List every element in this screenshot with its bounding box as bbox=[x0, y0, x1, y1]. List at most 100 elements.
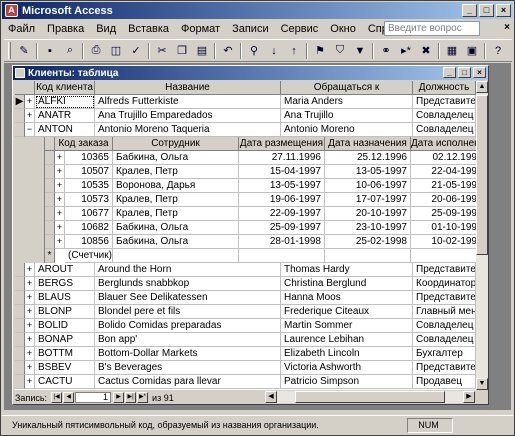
subdatasheet-cell-employee[interactable]: Воронова, Дарья bbox=[113, 179, 239, 193]
subdatasheet-cell-order[interactable]: 10682 bbox=[65, 221, 113, 235]
record-selector[interactable] bbox=[15, 263, 25, 277]
table-row[interactable]: − ANTON Antonio Moreno Taqueria Antonio Mor… bbox=[15, 123, 476, 137]
table-cell-title[interactable]: Главный менедже bbox=[413, 305, 476, 319]
subdatasheet-cell-shipped[interactable]: 10-02-199 bbox=[411, 235, 476, 249]
table-cell-contact[interactable]: Christina Berglund bbox=[281, 277, 413, 291]
expand-icon[interactable]: + bbox=[55, 193, 65, 207]
close-document-icon[interactable]: × bbox=[504, 22, 510, 33]
table-maximize-button[interactable]: □ bbox=[458, 67, 471, 78]
table-cell-contact[interactable]: Hanna Moos bbox=[281, 291, 413, 305]
menu-view[interactable]: Вид bbox=[90, 23, 122, 35]
toolbar-grip[interactable] bbox=[8, 42, 11, 59]
table-cell-name[interactable]: Cactus Comidas para llevar bbox=[95, 375, 281, 389]
last-record-icon[interactable]: ▶| bbox=[125, 392, 137, 403]
expand-icon[interactable]: + bbox=[55, 207, 65, 221]
subdatasheet-cell-placed[interactable]: 15-04-1997 bbox=[239, 165, 325, 179]
table-cell-id[interactable]: BONAP bbox=[35, 333, 95, 347]
record-selector[interactable] bbox=[45, 193, 55, 207]
expand-icon[interactable]: + bbox=[25, 333, 35, 347]
subdatasheet-row[interactable]: +10507 Кралев, Петр 15-04-1997 13-05-1997 22… bbox=[15, 165, 476, 179]
table-cell-name[interactable]: Blondel pere et fils bbox=[95, 305, 281, 319]
expand-icon[interactable]: + bbox=[25, 291, 35, 305]
record-selector[interactable] bbox=[15, 109, 25, 123]
subdatasheet-row[interactable]: +10682 Бабкина, Ольга 25-09-1997 23-10-1997… bbox=[15, 221, 476, 235]
subdatasheet-column-header[interactable]: Дата назначения bbox=[325, 137, 411, 151]
table-cell-id[interactable]: BLONP bbox=[35, 305, 95, 319]
table-row[interactable]: + BLONP Blondel pere et fils Frederique Cit… bbox=[15, 305, 476, 319]
table-cell-name[interactable]: Bon app' bbox=[95, 333, 281, 347]
expand-icon[interactable]: + bbox=[25, 361, 35, 375]
menu-records[interactable]: Записи bbox=[226, 23, 275, 35]
table-cell-id[interactable]: BLAUS bbox=[35, 291, 95, 305]
scroll-thumb[interactable] bbox=[476, 95, 488, 255]
copy-icon[interactable]: ❐ bbox=[174, 43, 190, 59]
print-icon[interactable]: ⎙ bbox=[88, 43, 104, 59]
record-selector[interactable] bbox=[45, 165, 55, 179]
table-cell-title[interactable]: Представитель bbox=[413, 95, 476, 109]
paste-icon[interactable]: ▤ bbox=[194, 43, 210, 59]
table-minimize-button[interactable]: _ bbox=[443, 67, 456, 78]
subdatasheet-cell-shipped[interactable]: 25-09-199 bbox=[411, 207, 476, 221]
subdatasheet-cell-placed[interactable]: 13-05-1997 bbox=[239, 179, 325, 193]
column-header[interactable]: Код клиента bbox=[35, 81, 95, 95]
scroll-left-icon[interactable]: ◀ bbox=[265, 391, 277, 403]
table-cell-contact[interactable]: Thomas Hardy bbox=[281, 263, 413, 277]
subdatasheet-new-row[interactable]: * (Счетчик) bbox=[15, 249, 476, 263]
menu-format[interactable]: Формат bbox=[175, 23, 226, 35]
menu-file[interactable]: Файл bbox=[2, 23, 41, 35]
select-all-corner[interactable] bbox=[15, 81, 35, 95]
table-row[interactable]: + CACTU Cactus Comidas para llevar Patricio… bbox=[15, 375, 476, 389]
new-record-nav-icon[interactable]: ▶* bbox=[137, 392, 149, 403]
subdatasheet-cell-employee[interactable]: Кралев, Петр bbox=[113, 207, 239, 221]
expand-icon[interactable]: + bbox=[25, 319, 35, 333]
help-question-input[interactable]: Введите вопрос bbox=[384, 21, 480, 36]
table-cell-title[interactable]: Совладелец bbox=[413, 333, 476, 347]
table-cell-name[interactable]: Antonio Moreno Taqueria bbox=[95, 123, 281, 137]
subdatasheet-cell-order[interactable]: 10507 bbox=[65, 165, 113, 179]
table-cell-name[interactable]: Blauer See Delikatessen bbox=[95, 291, 281, 305]
column-header[interactable]: Название bbox=[95, 81, 281, 95]
subdatasheet-empty-cell[interactable] bbox=[325, 249, 411, 263]
view-icon[interactable]: ✎ bbox=[16, 43, 32, 59]
expand-icon[interactable]: + bbox=[55, 179, 65, 193]
table-close-button[interactable]: × bbox=[473, 67, 486, 78]
subdatasheet-row[interactable]: +10573 Кралев, Петр 19-06-1997 17-07-1997 20… bbox=[15, 193, 476, 207]
subdatasheet-cell-placed[interactable]: 27.11.1996 bbox=[239, 151, 325, 165]
record-selector[interactable] bbox=[45, 151, 55, 165]
expand-icon[interactable]: + bbox=[55, 235, 65, 249]
expand-icon[interactable]: + bbox=[25, 109, 35, 123]
menu-edit[interactable]: Правка bbox=[41, 23, 90, 35]
subdatasheet-cell-employee[interactable]: Бабкина, Ольга bbox=[113, 221, 239, 235]
table-cell-contact[interactable]: Elizabeth Lincoln bbox=[281, 347, 413, 361]
sort-descending-icon[interactable]: ↑ bbox=[286, 43, 302, 59]
subdatasheet-cell-order[interactable]: 10677 bbox=[65, 207, 113, 221]
record-selector[interactable] bbox=[45, 235, 55, 249]
table-cell-contact[interactable]: Martin Sommer bbox=[281, 319, 413, 333]
subdatasheet-cell-due[interactable]: 23-10-1997 bbox=[325, 221, 411, 235]
subdatasheet-cell-employee[interactable]: Кралев, Петр bbox=[113, 165, 239, 179]
menu-window[interactable]: Окно bbox=[324, 23, 362, 35]
table-row[interactable]: + BERGS Berglunds snabbkop Christina Berglu… bbox=[15, 277, 476, 291]
subdatasheet-cell-employee[interactable]: Кралев, Петр bbox=[113, 193, 239, 207]
column-header[interactable]: Обращаться к bbox=[281, 81, 413, 95]
subdatasheet-cell-order[interactable]: 10535 bbox=[65, 179, 113, 193]
apply-filter-icon[interactable]: ▼ bbox=[352, 43, 368, 59]
filter-by-form-icon[interactable]: ⛉ bbox=[332, 43, 348, 59]
table-cell-id[interactable]: BERGS bbox=[35, 277, 95, 291]
spelling-icon[interactable]: ✓ bbox=[128, 43, 144, 59]
subdatasheet-empty-cell[interactable] bbox=[411, 249, 476, 263]
table-row[interactable]: + AROUT Around the Horn Thomas Hardy Предста… bbox=[15, 263, 476, 277]
record-selector[interactable] bbox=[15, 347, 25, 361]
scroll-right-icon[interactable]: ▶ bbox=[463, 391, 475, 403]
subdatasheet-empty-cell[interactable] bbox=[113, 249, 239, 263]
scroll-down-icon[interactable]: ▼ bbox=[476, 378, 488, 390]
minimize-button[interactable]: _ bbox=[462, 4, 477, 17]
subdatasheet-empty-cell[interactable] bbox=[239, 249, 325, 263]
subdatasheet-cell-shipped[interactable]: 22-04-199 bbox=[411, 165, 476, 179]
subdatasheet-row[interactable]: +10365 Бабкина, Ольга 27.11.1996 25.12.1996… bbox=[15, 151, 476, 165]
subdatasheet-column-header[interactable]: Дата исполнени bbox=[411, 137, 476, 151]
table-cell-contact[interactable]: Patricio Simpson bbox=[281, 375, 413, 389]
scroll-up-icon[interactable]: ▲ bbox=[476, 81, 488, 93]
subdatasheet-row[interactable]: +10535 Воронова, Дарья 13-05-1997 10-06-199… bbox=[15, 179, 476, 193]
expand-icon[interactable]: + bbox=[55, 165, 65, 179]
